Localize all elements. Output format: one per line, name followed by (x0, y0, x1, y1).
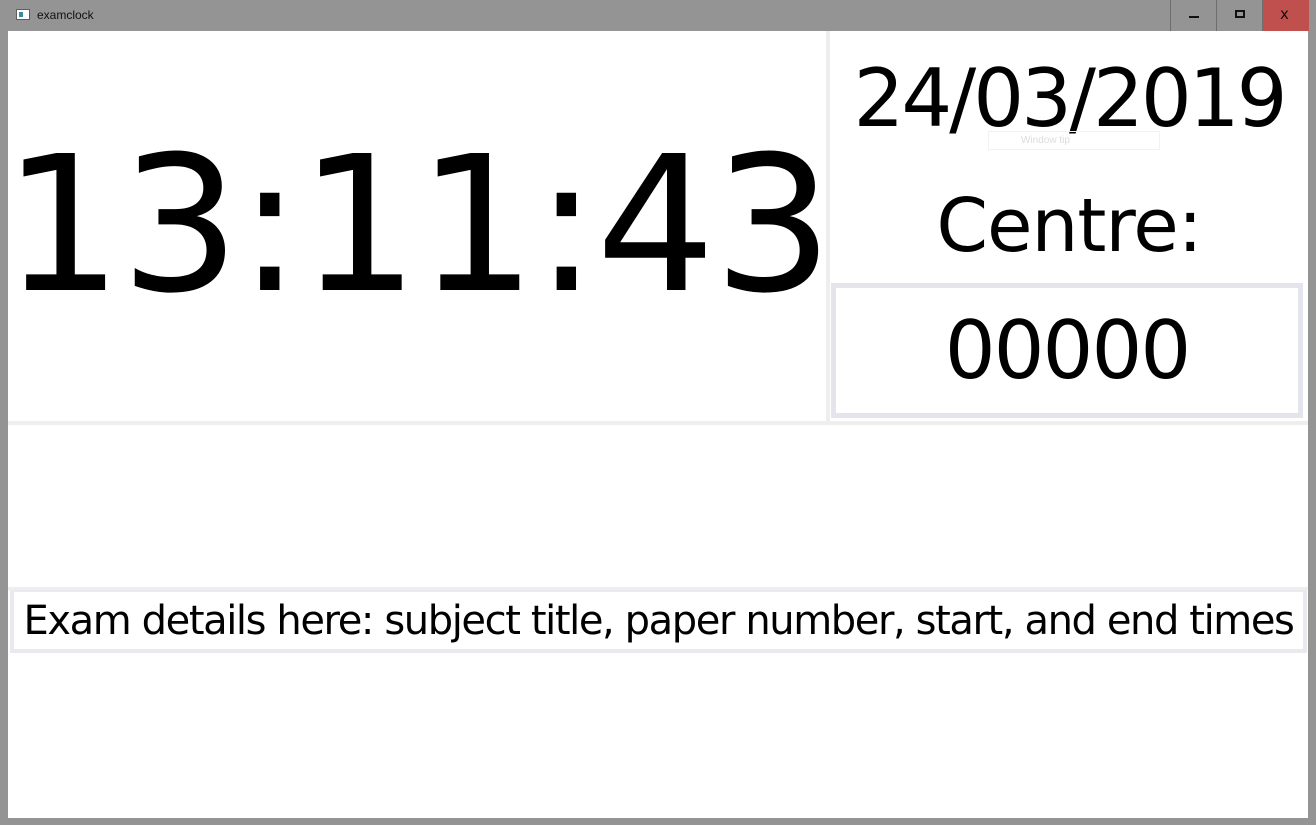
centre-label: Centre: (936, 183, 1202, 269)
main-content: 13:11:43 24/03/2019 Window tip Centre: 0… (2, 31, 1308, 818)
clock-display: 13:11:43 (2, 116, 833, 335)
window-tooltip: Window tip (988, 131, 1160, 150)
minimize-icon (1189, 16, 1199, 18)
horizontal-divider (8, 421, 1308, 425)
app-window: examclock x 13:11:43 24/03/2019 Window t… (0, 0, 1316, 825)
maximize-icon (1235, 10, 1245, 18)
app-window-icon[interactable] (16, 9, 30, 20)
title-bar[interactable]: examclock x (0, 0, 1316, 31)
window-title: examclock (37, 8, 94, 22)
minimize-button[interactable] (1170, 0, 1216, 31)
centre-number-field[interactable]: 00000 (831, 283, 1303, 418)
close-icon: x (1280, 5, 1289, 23)
maximize-button[interactable] (1216, 0, 1262, 31)
exam-details-field[interactable]: Exam details here: subject title, paper … (10, 590, 1307, 653)
close-button[interactable]: x (1262, 0, 1309, 31)
